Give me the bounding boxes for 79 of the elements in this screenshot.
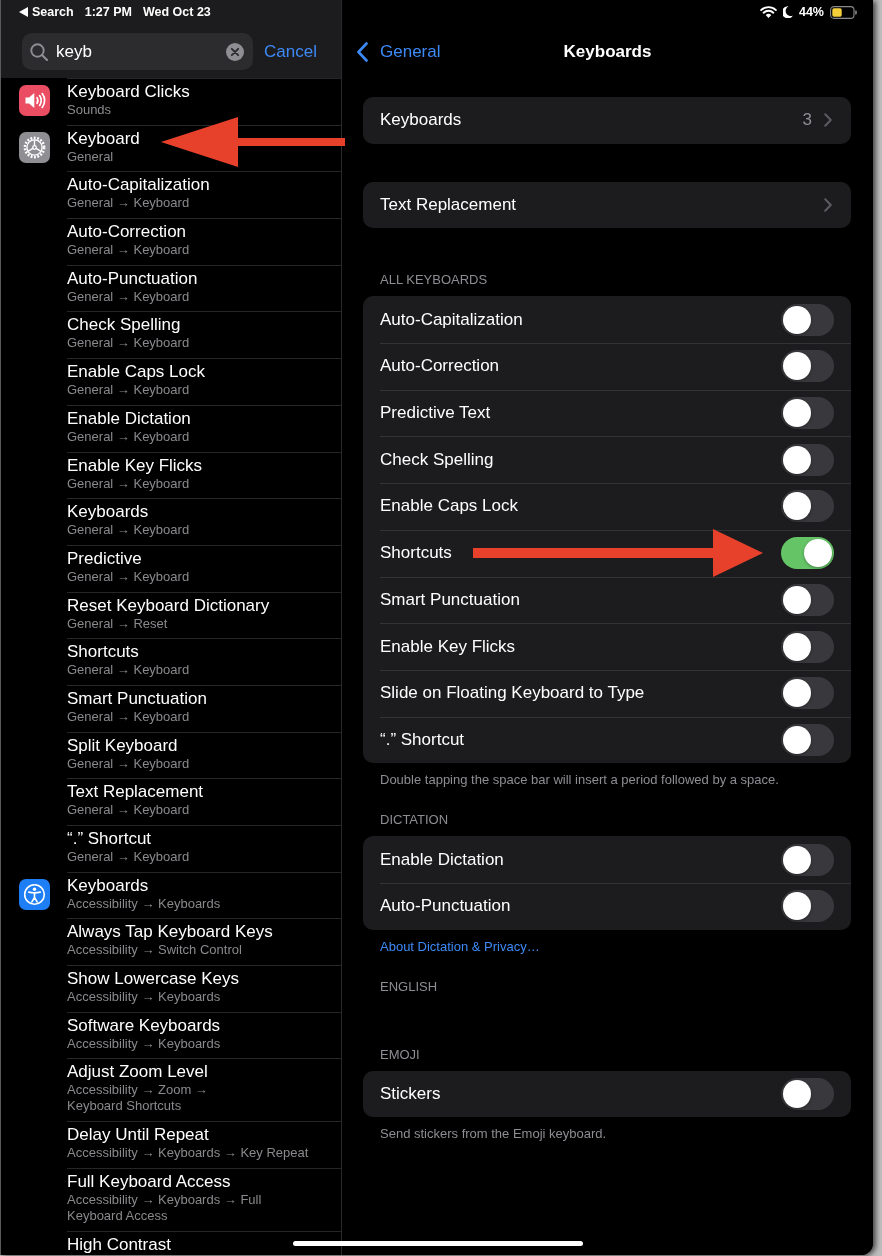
section-header: ALL KEYBOARDS xyxy=(379,272,489,289)
search-result[interactable]: Enable Key Flicks General → Keyboard xyxy=(1,451,341,499)
setting-label: Auto-Punctuation xyxy=(380,896,512,917)
search-icon xyxy=(30,42,48,61)
toggle-switch[interactable] xyxy=(781,583,834,616)
setting-label: Check Spelling xyxy=(380,449,495,470)
toggle-switch[interactable] xyxy=(781,350,834,383)
search-result[interactable]: Software Keyboards Accessibility → Keyboards xyxy=(1,1011,341,1059)
disclosure-row[interactable]: Text Replacement xyxy=(363,181,851,229)
search-result[interactable]: Always Tap Keyboard Keys Accessibility → Switch Control xyxy=(1,918,341,966)
toggle-switch[interactable] xyxy=(781,490,834,523)
setting-label: Enable Dictation xyxy=(380,849,505,870)
clear-icon[interactable] xyxy=(226,42,244,61)
disclosure-row[interactable]: Keyboards 3 xyxy=(363,97,851,144)
section-header: EMOJI xyxy=(379,1046,421,1063)
search-result[interactable]: Text Replacement General → Keyboard xyxy=(1,778,341,825)
search-result[interactable]: Auto-Correction General → Keyboard xyxy=(1,218,341,265)
search-result[interactable]: Reset Keyboard Dictionary General → Reset xyxy=(1,591,341,639)
setting-label: Auto-Capitalization xyxy=(380,309,524,330)
privacy-link[interactable]: About Dictation & Privacy… xyxy=(380,938,540,954)
nav-title: Keyboards xyxy=(563,42,652,62)
setting-label: Stickers xyxy=(380,1083,442,1104)
setting-label: Enable Key Flicks xyxy=(380,636,517,657)
section-header: DICTATION xyxy=(379,812,450,829)
search-result[interactable]: Predictive General → Keyboard xyxy=(1,544,341,592)
search-result[interactable]: Full Keyboard Access Accessibility → Keyboards → Full Keyboard Access xyxy=(1,1167,341,1231)
search-result[interactable]: Adjust Zoom Level Accessibility → Zoom → Keyboard Shortcuts xyxy=(1,1058,341,1122)
search-result[interactable]: Shortcuts General → Keyboard xyxy=(1,638,341,685)
setting-label: Enable Caps Lock xyxy=(380,496,519,517)
chevron-left-icon xyxy=(357,42,368,62)
toggle-switch[interactable] xyxy=(781,843,834,876)
setting-label: Predictive Text xyxy=(380,403,492,424)
status-date: Wed Oct 23 xyxy=(142,5,211,19)
search-result[interactable]: Keyboard Clicks Sounds xyxy=(1,78,341,125)
search-result[interactable]: Enable Caps Lock General → Keyboard xyxy=(1,358,341,405)
battery-percent: 44% xyxy=(798,5,824,19)
back-button[interactable]: General xyxy=(357,42,441,62)
search-result[interactable]: Smart Punctuation General → Keyboard xyxy=(1,684,341,732)
speaker-icon xyxy=(19,85,50,116)
section-footer: Double tapping the space bar will insert a period followed by a space. xyxy=(363,772,851,789)
search-result[interactable]: Auto-Punctuation General → Keyboard xyxy=(1,264,341,312)
gear-icon xyxy=(19,131,50,163)
wifi-icon xyxy=(759,6,777,18)
search-result[interactable]: “.” Shortcut General → Keyboard xyxy=(1,825,341,872)
section-header: ENGLISH xyxy=(379,978,439,995)
search-result[interactable]: Split Keyboard General → Keyboard xyxy=(1,731,341,779)
status-time: 1:27 PM xyxy=(84,5,132,19)
search-input[interactable]: keyb xyxy=(56,41,218,62)
toggle-switch[interactable] xyxy=(781,537,834,570)
search-bar[interactable]: keyb xyxy=(22,33,253,70)
toggle-switch[interactable] xyxy=(781,397,834,430)
search-result[interactable]: Check Spelling General → Keyboard xyxy=(1,311,341,359)
setting-label: Auto-Correction xyxy=(380,356,501,377)
toggle-switch[interactable] xyxy=(781,303,834,336)
chevron-right-icon xyxy=(824,113,832,128)
search-result[interactable]: Keyboards Accessibility → Keyboards xyxy=(1,871,341,919)
setting-label: “.” Shortcut xyxy=(380,729,466,750)
moon-icon xyxy=(782,6,793,18)
search-result[interactable]: Enable Dictation General → Keyboard xyxy=(1,404,341,452)
accessibility-icon xyxy=(19,878,50,910)
search-result[interactable]: Show Lowercase Keys Accessibility → Keyboards xyxy=(1,965,341,1012)
setting-label: Shortcuts xyxy=(380,543,453,564)
search-result[interactable]: Keyboards General → Keyboard xyxy=(1,498,341,545)
setting-label: Slide on Floating Keyboard to Type xyxy=(380,683,646,704)
back-triangle-icon xyxy=(19,7,28,17)
toggle-switch[interactable] xyxy=(781,443,834,476)
battery-icon xyxy=(830,5,857,19)
toggle-switch[interactable] xyxy=(781,890,834,923)
toggle-switch[interactable] xyxy=(781,677,834,710)
cancel-button[interactable]: Cancel xyxy=(264,41,317,62)
back-to-app-button[interactable]: Search xyxy=(19,5,74,19)
toggle-switch[interactable] xyxy=(781,723,834,756)
setting-label: Smart Punctuation xyxy=(380,589,521,610)
toggle-switch[interactable] xyxy=(781,630,834,663)
toggle-switch[interactable] xyxy=(781,1077,834,1110)
section-footer: Send stickers from the Emoji keyboard. xyxy=(363,1126,851,1143)
chevron-right-icon xyxy=(824,198,832,213)
search-result[interactable]: Delay Until Repeat Accessibility → Keyboards → Key Repeat xyxy=(1,1121,341,1168)
search-result[interactable]: Auto-Capitalization General → Keyboard xyxy=(1,171,341,219)
